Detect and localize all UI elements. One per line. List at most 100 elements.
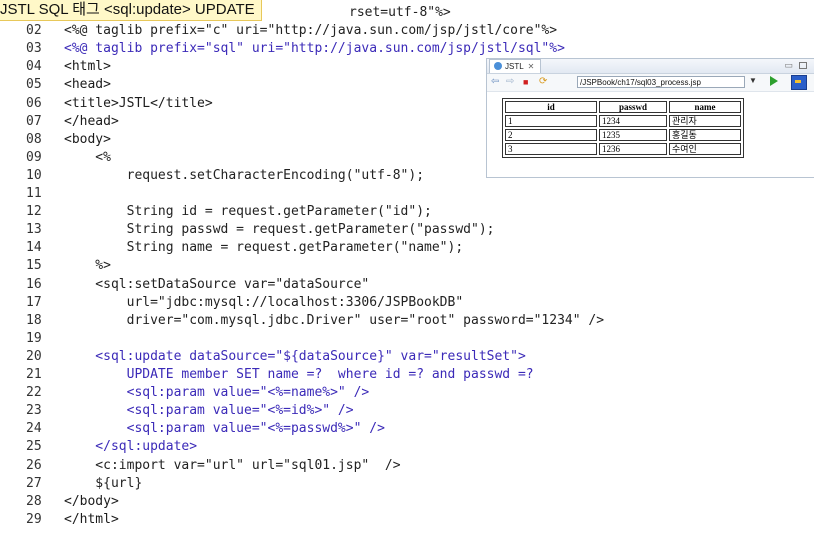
code-line: 16 <sql:setDataSource var="dataSource" (0, 276, 814, 294)
line-number: 20 (26, 348, 42, 364)
code-text: rset=utf-8"%> (349, 5, 451, 20)
back-icon[interactable]: ⇦ (491, 76, 499, 88)
code-line: 23 <sql:param value="<%=id%>" /> (0, 402, 814, 420)
table-cell: 홍길동 (669, 129, 741, 141)
code-line: 17 url="jdbc:mysql://localhost:3306/JSPB… (0, 294, 814, 312)
table-row: 3 1236 수여인 (505, 143, 741, 155)
line-number: 28 (26, 493, 42, 509)
chevron-down-icon[interactable]: ▼ (749, 76, 757, 85)
code-text: </html> (64, 511, 119, 527)
line-number: 10 (26, 167, 42, 183)
code-text: url="jdbc:mysql://localhost:3306/JSPBook… (64, 294, 464, 310)
line-number: 15 (26, 258, 42, 274)
minimize-icon[interactable]: ▭ (784, 59, 793, 72)
line-number: 22 (26, 385, 42, 401)
line-number: 19 (26, 330, 42, 346)
code-text: <sql:param value="<%=passwd%>" /> (64, 421, 385, 437)
code-text: </sql:update> (64, 439, 198, 455)
close-icon[interactable]: ✕ (528, 62, 535, 71)
table-cell: 1235 (599, 129, 667, 141)
column-header: name (669, 101, 741, 113)
code-line: 29 </html> (0, 511, 814, 529)
code-line: 20 <sql:update dataSource="${dataSource}… (0, 348, 814, 366)
line-number: 07 (26, 113, 42, 129)
code-line: 26 <c:import var="url" url="sql01.jsp" /… (0, 457, 814, 475)
code-line: 25 </sql:update> (0, 438, 814, 456)
line-number: 18 (26, 312, 42, 328)
line-number: 26 (26, 457, 42, 473)
code-text: %> (64, 258, 111, 274)
line-number: 16 (26, 276, 42, 292)
line-number: 05 (26, 77, 42, 93)
code-text: <title>JSTL</title> (64, 95, 213, 111)
result-table: id passwd name 1 1234 관리자 2 1235 홍길동 3 1… (502, 98, 744, 158)
line-number: 03 (26, 41, 42, 57)
code-text: <% (64, 149, 111, 165)
code-line: 12 String id = request.getParameter("id"… (0, 203, 814, 221)
line-number: 25 (26, 439, 42, 455)
code-text: driver="com.mysql.jdbc.Driver" user="roo… (64, 312, 605, 328)
url-input[interactable]: /JSPBook/ch17/sql03_process.jsp (577, 76, 745, 88)
code-text: String passwd = request.getParameter("pa… (64, 222, 495, 238)
table-cell: 2 (505, 129, 597, 141)
line-number: 11 (26, 186, 42, 201)
browser-toolbar: ⇦ ⇨ ■ ⟳ /JSPBook/ch17/sql03_process.jsp … (487, 74, 814, 92)
table-header-row: id passwd name (505, 101, 741, 113)
forward-icon[interactable]: ⇨ (506, 76, 514, 88)
refresh-icon[interactable]: ⟳ (539, 76, 547, 88)
table-row: 2 1235 홍길동 (505, 129, 741, 141)
code-text: UPDATE member SET name =? where id =? an… (64, 367, 534, 382)
column-header: passwd (599, 101, 667, 113)
code-text: </body> (64, 493, 119, 509)
code-text: <body> (64, 131, 111, 147)
code-line: 18 driver="com.mysql.jdbc.Driver" user="… (0, 312, 814, 330)
code-text: </head> (64, 113, 119, 129)
code-line: 28 </body> (0, 493, 814, 511)
code-line: 27 ${url} (0, 475, 814, 493)
line-number: 24 (26, 421, 42, 437)
code-text: <%@ taglib prefix="c" uri="http://java.s… (64, 23, 558, 39)
code-text: <sql:setDataSource var="dataSource" (64, 276, 370, 292)
maximize-icon[interactable] (799, 62, 807, 69)
table-cell: 수여인 (669, 143, 741, 155)
code-line: 02 <%@ taglib prefix="c" uri="http://java… (0, 22, 814, 40)
code-text: <sql:param value="<%=id%>" /> (64, 403, 354, 419)
line-number: 14 (26, 240, 42, 256)
go-icon[interactable] (770, 76, 778, 86)
code-line: 21 UPDATE member SET name =? where id =?… (0, 366, 814, 384)
browser-tab-bar: JSTL ✕ ▭ (487, 59, 814, 74)
line-number: 04 (26, 59, 42, 75)
line-number: 06 (26, 95, 42, 111)
code-text: request.setCharacterEncoding("utf-8"); (64, 167, 425, 183)
line-number: 13 (26, 222, 42, 238)
stop-icon[interactable]: ■ (523, 76, 528, 88)
code-text: <sql:param value="<%=name%>" /> (64, 385, 370, 401)
line-number: 23 (26, 403, 42, 419)
line-number: 12 (26, 204, 42, 220)
code-line: 19 (0, 330, 814, 348)
browser-tab-label: JSTL (505, 62, 524, 71)
code-line: 22 <sql:param value="<%=name%>" /> (0, 384, 814, 402)
code-line: 15 %> (0, 257, 814, 275)
browser-tab[interactable]: JSTL ✕ (489, 59, 542, 73)
code-text: <%@ taglib prefix="sql" uri="http://java… (64, 41, 565, 57)
table-cell: 1236 (599, 143, 667, 155)
code-text: String name = request.getParameter("name… (64, 240, 464, 256)
code-text: <sql:update dataSource="${dataSource}" v… (64, 348, 526, 364)
external-browser-icon[interactable] (791, 75, 807, 90)
table-cell: 1 (505, 115, 597, 127)
code-line: 13 String passwd = request.getParameter(… (0, 221, 814, 239)
code-line: 24 <sql:param value="<%=passwd%>" /> (0, 420, 814, 438)
line-number: 27 (26, 475, 42, 491)
code-text: ${url} (64, 475, 143, 491)
code-text: <c:import var="url" url="sql01.jsp" /> (64, 457, 401, 473)
line-number: 02 (26, 23, 42, 39)
table-cell: 3 (505, 143, 597, 155)
line-number: 21 (26, 367, 42, 382)
browser-window: JSTL ✕ ▭ ⇦ ⇨ ■ ⟳ /JSPBook/ch17/sql03_proc… (486, 58, 814, 178)
line-number: 08 (26, 131, 42, 147)
table-cell: 관리자 (669, 115, 741, 127)
table-row: 1 1234 관리자 (505, 115, 741, 127)
line-number: 29 (26, 511, 42, 527)
code-text: String id = request.getParameter("id"); (64, 204, 432, 220)
